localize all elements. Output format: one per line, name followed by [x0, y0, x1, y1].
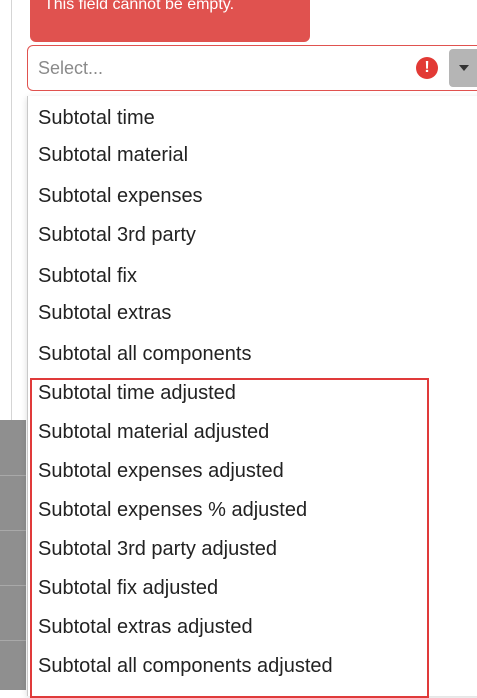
background-panel — [0, 420, 26, 690]
dropdown-option[interactable]: Subtotal all components adjusted — [28, 648, 477, 684]
dropdown-list: Subtotal time Subtotal material Subtotal… — [27, 96, 477, 696]
dropdown-toggle-button[interactable] — [449, 49, 477, 87]
dropdown-option[interactable]: Subtotal fix adjusted — [28, 570, 477, 606]
dropdown-option[interactable]: Subtotal time adjusted — [28, 375, 477, 411]
error-tooltip: This field cannot be empty. — [30, 0, 310, 42]
dropdown-option[interactable]: Subtotal expenses % adjusted — [28, 492, 477, 528]
dropdown-option[interactable]: Subtotal extras — [28, 295, 477, 331]
divider — [0, 585, 26, 586]
dropdown-option[interactable]: Subtotal expenses — [28, 178, 477, 214]
divider — [0, 475, 26, 476]
dropdown-option[interactable]: Subtotal all components — [28, 336, 477, 372]
dropdown-option[interactable]: Subtotal fix — [28, 258, 477, 294]
select-placeholder: Select... — [38, 58, 104, 78]
dropdown-option[interactable]: Subtotal time — [28, 100, 477, 136]
chevron-down-icon — [459, 65, 469, 71]
divider — [0, 640, 26, 641]
error-tooltip-text: This field cannot be empty. — [44, 0, 235, 13]
dropdown-option[interactable]: Subtotal 3rd party — [28, 217, 477, 253]
dropdown-option[interactable]: Subtotal expenses adjusted — [28, 453, 477, 489]
select-field[interactable]: Select... ! — [27, 45, 477, 91]
dropdown-option[interactable]: Subtotal material — [28, 137, 477, 173]
error-icon: ! — [416, 57, 438, 79]
dropdown-option[interactable]: Subtotal material adjusted — [28, 414, 477, 450]
dropdown-option[interactable]: Subtotal 3rd party adjusted — [28, 531, 477, 567]
dropdown-option[interactable]: Subtotal extras adjusted — [28, 609, 477, 645]
divider — [0, 530, 26, 531]
